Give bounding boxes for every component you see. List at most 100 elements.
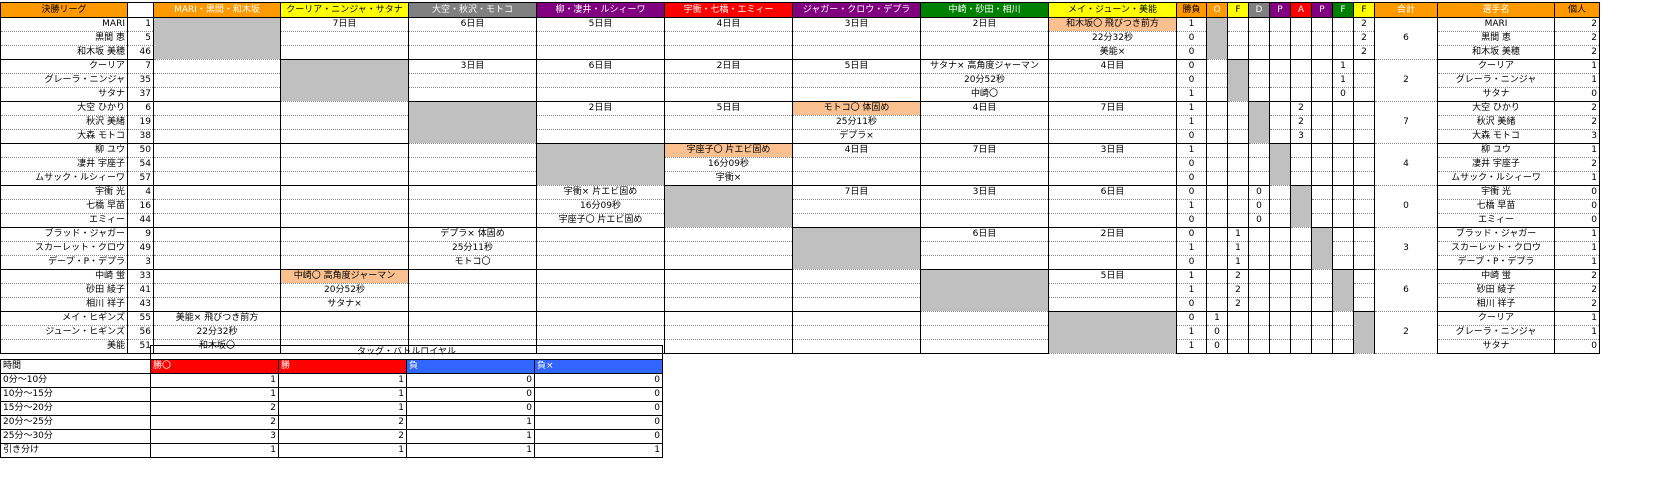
match-cell: [792, 283, 921, 298]
match-cell: 3日目: [920, 185, 1049, 200]
personal-points: 0: [1554, 185, 1600, 200]
stat-cell: [1311, 157, 1333, 172]
team-total: 6: [1374, 17, 1438, 60]
wrestler-name: 柳 ユウ: [0, 143, 128, 158]
match-cell: [664, 227, 793, 242]
match-cell: [1048, 199, 1177, 214]
wrestler-number: 49: [127, 241, 154, 256]
match-cell: [408, 31, 537, 46]
stat-cell: [1353, 115, 1375, 130]
stats-value: 0: [534, 415, 663, 430]
match-cell: 25分11秒: [792, 115, 921, 130]
result-cell: 0: [1176, 45, 1207, 60]
player-name: 砂田 綾子: [1437, 283, 1555, 298]
self-stat-cell: [1269, 143, 1291, 186]
stat-cell: [1353, 269, 1375, 284]
match-cell: モトコ〇: [408, 255, 537, 270]
header-cell: A: [1290, 2, 1312, 18]
match-cell: [664, 339, 793, 354]
result-cell: 0: [1176, 227, 1207, 242]
player-name: グレーラ・ニンジャ: [1437, 325, 1555, 340]
match-cell: [664, 325, 793, 340]
result-cell: 1: [1176, 283, 1207, 298]
stats-value: 2: [150, 415, 279, 430]
stat-cell: [1227, 213, 1249, 228]
match-cell: [408, 283, 537, 298]
stat-cell: 2: [1227, 283, 1249, 298]
stat-cell: 0: [1248, 213, 1270, 228]
match-cell: 7日目: [280, 17, 409, 32]
match-cell: [920, 255, 1049, 270]
match-cell: 20分52秒: [280, 283, 409, 298]
stat-cell: 1: [1227, 241, 1249, 256]
wrestler-name: 砂田 綾子: [0, 283, 128, 298]
match-cell: 20分52秒: [920, 73, 1049, 88]
match-cell: [920, 325, 1049, 340]
stat-cell: [1290, 283, 1312, 298]
stat-cell: [1290, 17, 1312, 32]
stat-cell: [1290, 241, 1312, 256]
match-cell: [1048, 171, 1177, 186]
wrestler-number: 3: [127, 255, 154, 270]
match-cell: 3日目: [408, 59, 537, 74]
wrestler-number: 44: [127, 213, 154, 228]
personal-points: 1: [1554, 227, 1600, 242]
stat-cell: [1227, 129, 1249, 144]
match-cell: [792, 157, 921, 172]
match-cell: [536, 31, 665, 46]
stat-cell: [1269, 101, 1291, 116]
stat-cell: [1269, 31, 1291, 46]
player-name: クーリア: [1437, 311, 1555, 326]
personal-points: 2: [1554, 45, 1600, 60]
match-cell: [153, 241, 281, 256]
stat-cell: [1206, 59, 1228, 74]
personal-points: 1: [1554, 241, 1600, 256]
stat-cell: [1227, 171, 1249, 186]
team-row: 宇衝 光 4 宇衝× 片エビ固め 7日目 3日目 6日目 0 0 0 宇衝 光0: [0, 185, 1600, 228]
match-cell: [536, 269, 665, 284]
team-row: メイ・ヒギンズ 55 美能× 飛びつき前方 0 1 2 クーリア 1: [0, 311, 1600, 354]
match-cell: [920, 157, 1049, 172]
match-cell: 宇衝×: [664, 171, 793, 186]
match-cell: [153, 129, 281, 144]
stat-cell: 2: [1227, 297, 1249, 312]
personal-points: 2: [1554, 17, 1600, 32]
team-row: MARI 1 7日目 6日目 5日目 4日目 3日目 2日目 和木坂〇 飛びつき前方 1 2 6 MAR…: [0, 17, 1600, 60]
time-label: 時間: [0, 359, 151, 374]
stat-cell: [1290, 227, 1312, 242]
stat-cell: [1311, 45, 1333, 60]
wrestler-number: 16: [127, 199, 154, 214]
stat-cell: [1206, 297, 1228, 312]
stat-cell: [1269, 255, 1291, 270]
wrestler-name: エミィー: [0, 213, 128, 228]
team-row: 柳 ユウ 50 宇座子〇 片エビ固め 4日目 7日目 3日目 1 4 柳 ユウ 1: [0, 143, 1600, 186]
stat-cell: [1353, 255, 1375, 270]
match-cell: [1048, 297, 1177, 312]
stat-cell: [1332, 31, 1354, 46]
stat-cell: [1206, 241, 1228, 256]
personal-points: 2: [1554, 269, 1600, 284]
match-cell: 7日目: [1048, 101, 1177, 116]
stat-cell: [1311, 185, 1333, 200]
stat-cell: [1269, 129, 1291, 144]
stats-value: 1: [406, 429, 535, 444]
header-cell: ジャガー・クロウ・デプラ: [792, 2, 921, 18]
stat-cell: [1206, 269, 1228, 284]
stats-row: 引き分け 1 1 1 1: [0, 443, 663, 458]
match-cell: 4日目: [664, 17, 793, 32]
match-cell: [408, 171, 537, 186]
player-name: 秋沢 美緒: [1437, 115, 1555, 130]
team-total: 7: [1374, 101, 1438, 144]
header-cell: 中崎・砂田・相川: [920, 2, 1049, 18]
result-cell: 1: [1176, 241, 1207, 256]
personal-points: 1: [1554, 171, 1600, 186]
match-cell: 2日目: [920, 17, 1049, 32]
match-cell: [153, 115, 281, 130]
stat-cell: [1353, 297, 1375, 312]
stat-cell: [1227, 45, 1249, 60]
stat-cell: [1332, 157, 1354, 172]
match-cell: 和木坂〇 飛びつき前方: [1048, 17, 1177, 32]
header-cell: P: [1269, 2, 1291, 18]
stats-col-header: 勝: [278, 359, 407, 374]
stat-cell: [1353, 241, 1375, 256]
